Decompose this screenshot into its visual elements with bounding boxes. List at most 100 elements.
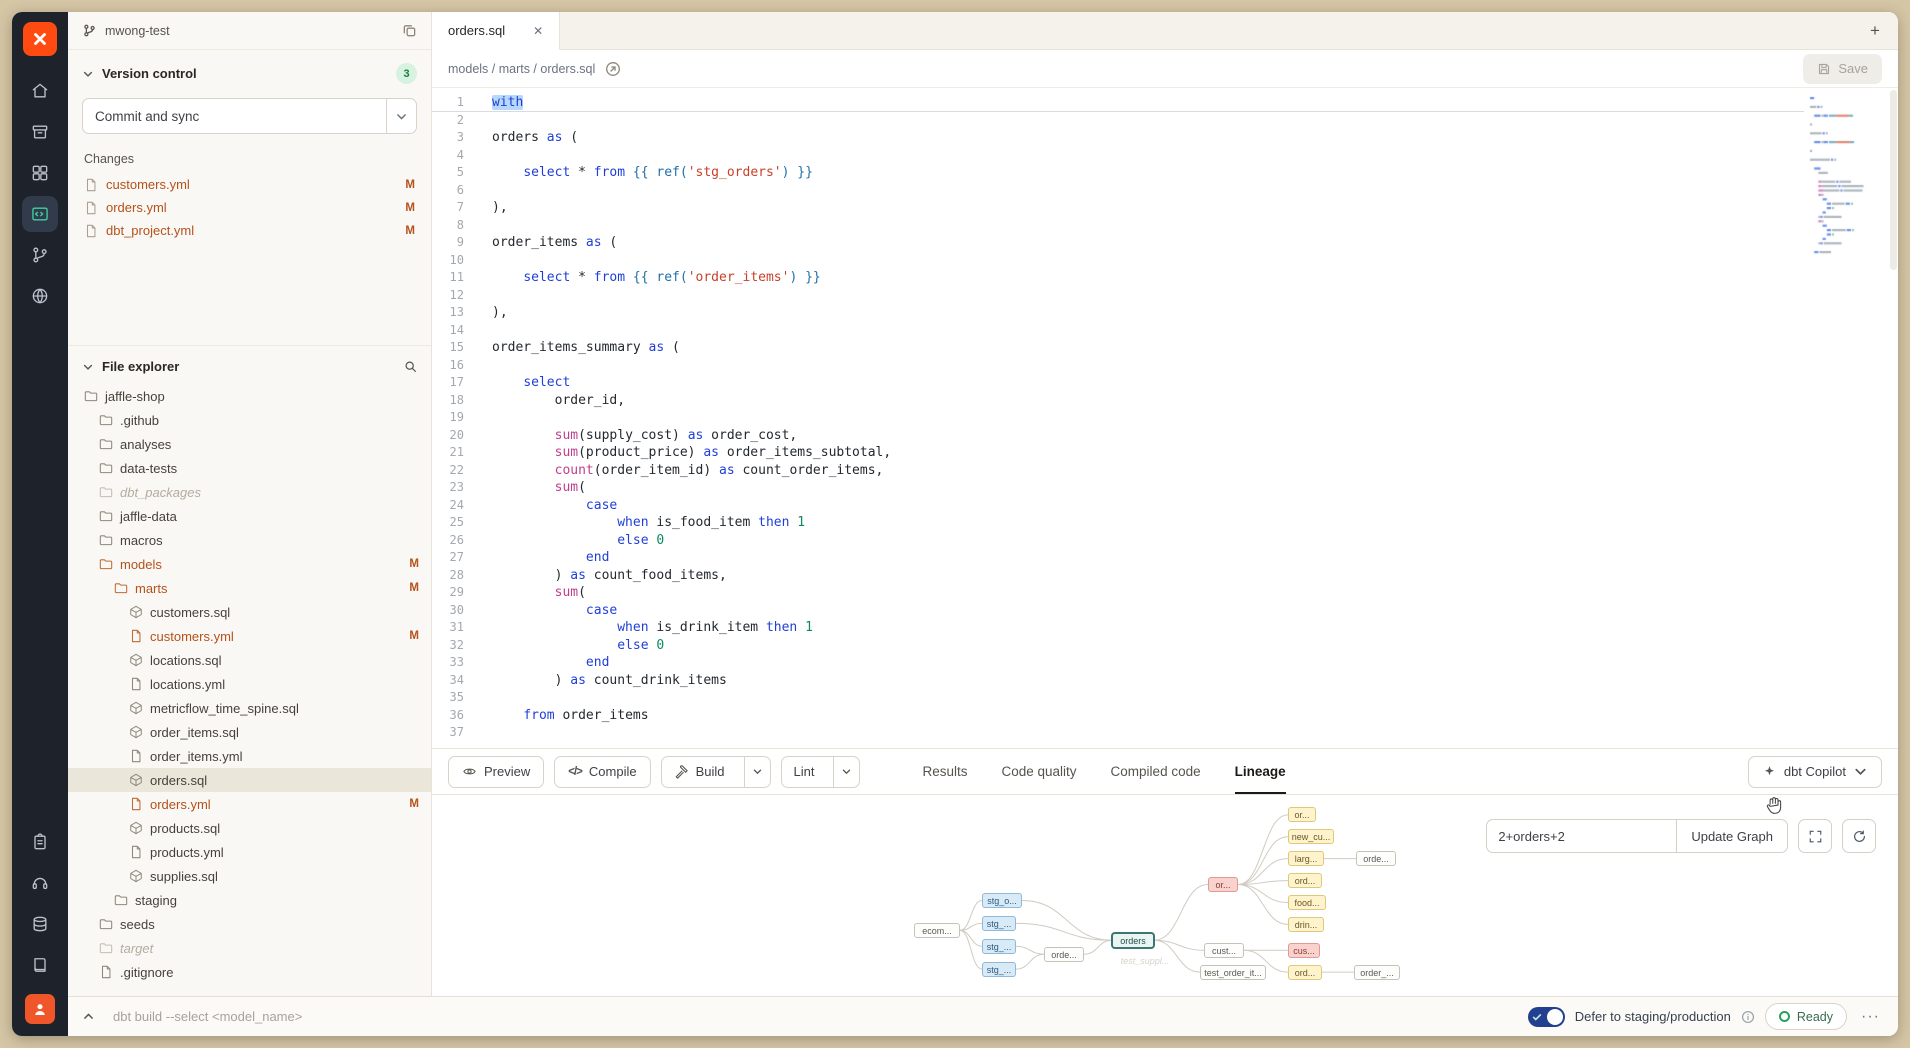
tree-item-locations.yml[interactable]: locations.yml <box>68 672 431 696</box>
code-line[interactable] <box>492 217 1804 235</box>
tree-item-dbt_packages[interactable]: dbt_packages <box>68 480 431 504</box>
version-control-header[interactable]: Version control 3 <box>68 50 431 94</box>
code-line[interactable]: ), <box>492 304 1804 322</box>
lineage-node-y_ord[interactable]: ord... <box>1288 873 1322 888</box>
refresh-icon[interactable] <box>1842 819 1876 853</box>
code-line[interactable]: sum(supply_cost) as order_cost, <box>492 427 1804 445</box>
lineage-node-test_order[interactable]: test_order_it... <box>1200 965 1266 980</box>
tree-item-customers.yml[interactable]: customers.ymlM <box>68 624 431 648</box>
home-icon[interactable] <box>22 73 58 109</box>
code-line[interactable]: end <box>492 654 1804 672</box>
lineage-node-y_or[interactable]: or... <box>1288 807 1316 822</box>
tab-compiled-code[interactable]: Compiled code <box>1111 749 1201 794</box>
lineage-node-stg_o[interactable]: stg_o... <box>982 893 1022 908</box>
tree-item-jaffle-shop[interactable]: jaffle-shop <box>68 384 431 408</box>
open-link-icon[interactable] <box>605 61 621 77</box>
expand-command-chevron-icon[interactable] <box>82 1010 95 1023</box>
lineage-node-or_red[interactable]: or... <box>1208 877 1238 892</box>
lineage-node-orde_a[interactable]: orde... <box>1044 947 1084 962</box>
dbt-logo-icon[interactable] <box>23 22 57 56</box>
code-line[interactable]: order_items as ( <box>492 234 1804 252</box>
code-line[interactable]: sum( <box>492 584 1804 602</box>
lineage-node-p_cus[interactable]: cus... <box>1288 943 1320 958</box>
change-item[interactable]: dbt_project.ymlM <box>68 219 431 242</box>
save-button[interactable]: Save <box>1803 54 1882 84</box>
commit-and-sync-button[interactable]: Commit and sync <box>82 98 417 134</box>
tree-item-analyses[interactable]: analyses <box>68 432 431 456</box>
code-line[interactable]: with <box>492 94 1804 112</box>
tree-item-.github[interactable]: .github <box>68 408 431 432</box>
code-line[interactable]: from order_items <box>492 707 1804 725</box>
code-line[interactable] <box>492 724 1804 742</box>
lineage-node-cust[interactable]: cust... <box>1204 943 1244 958</box>
lineage-node-y_larg[interactable]: larg... <box>1288 851 1324 866</box>
code-line[interactable]: ), <box>492 199 1804 217</box>
close-tab-icon[interactable]: ✕ <box>533 24 543 38</box>
code-editor[interactable]: 1234567891011121314151617181920212223242… <box>432 88 1898 748</box>
tree-item-metricflow_time_spine.sql[interactable]: metricflow_time_spine.sql <box>68 696 431 720</box>
lineage-node-y_new[interactable]: new_cu... <box>1288 829 1334 844</box>
lineage-node-orde_b[interactable]: orde... <box>1356 851 1396 866</box>
tree-item-jaffle-data[interactable]: jaffle-data <box>68 504 431 528</box>
defer-toggle[interactable] <box>1528 1007 1565 1027</box>
code-line[interactable]: ) as count_food_items, <box>492 567 1804 585</box>
code-line[interactable]: order_items_summary as ( <box>492 339 1804 357</box>
code-line[interactable]: when is_drink_item then 1 <box>492 619 1804 637</box>
code-line[interactable] <box>492 409 1804 427</box>
lineage-node-stg_2[interactable]: stg_... <box>982 939 1016 954</box>
code-line[interactable]: end <box>492 549 1804 567</box>
update-graph-button[interactable]: Update Graph <box>1676 819 1788 853</box>
tree-item-products.sql[interactable]: products.sql <box>68 816 431 840</box>
code-line[interactable]: sum(product_price) as order_items_subtot… <box>492 444 1804 462</box>
code-line[interactable] <box>492 182 1804 200</box>
lineage-node-stg_1[interactable]: stg_... <box>982 916 1016 931</box>
tree-item-orders.yml[interactable]: orders.ymlM <box>68 792 431 816</box>
tree-item-.gitignore[interactable]: .gitignore <box>68 960 431 984</box>
code-line[interactable] <box>492 322 1804 340</box>
code-line[interactable]: select <box>492 374 1804 392</box>
new-tab-icon[interactable]: + <box>1862 18 1888 44</box>
lineage-selector-input[interactable] <box>1486 819 1676 853</box>
branch-name[interactable]: mwong-test <box>105 24 170 38</box>
command-input[interactable]: dbt build --select <model_name> <box>113 1009 302 1024</box>
lineage-node-ecom[interactable]: ecom... <box>914 923 960 938</box>
code-line[interactable] <box>492 252 1804 270</box>
compile-button[interactable]: </> Compile <box>554 756 650 788</box>
preview-button[interactable]: Preview <box>448 756 544 788</box>
archive-icon[interactable] <box>22 114 58 150</box>
tree-item-customers.sql[interactable]: customers.sql <box>68 600 431 624</box>
minimap[interactable] <box>1804 88 1888 748</box>
user-avatar[interactable] <box>25 994 55 1024</box>
code-line[interactable]: else 0 <box>492 532 1804 550</box>
tree-item-models[interactable]: modelsM <box>68 552 431 576</box>
tab-code-quality[interactable]: Code quality <box>1001 749 1076 794</box>
tasks-clipboard-icon[interactable] <box>22 824 58 860</box>
lineage-node-orders[interactable]: orders <box>1112 933 1154 948</box>
branch-icon[interactable] <box>22 237 58 273</box>
tab-results[interactable]: Results <box>922 749 967 794</box>
info-icon[interactable] <box>1741 1010 1755 1024</box>
tree-item-marts[interactable]: martsM <box>68 576 431 600</box>
tree-item-products.yml[interactable]: products.yml <box>68 840 431 864</box>
lineage-node-y_ord2[interactable]: ord... <box>1288 965 1322 980</box>
code-line[interactable] <box>492 287 1804 305</box>
code-line[interactable] <box>492 689 1804 707</box>
change-item[interactable]: customers.ymlM <box>68 173 431 196</box>
explore-globe-icon[interactable] <box>22 278 58 314</box>
lineage-node-order_c[interactable]: order_... <box>1354 965 1400 980</box>
lineage-panel[interactable]: ecom...stg_o...stg_...stg_...stg_...orde… <box>432 794 1898 996</box>
code-line[interactable]: select * from {{ ref('order_items') }} <box>492 269 1804 287</box>
tree-item-order_items.sql[interactable]: order_items.sql <box>68 720 431 744</box>
tree-item-data-tests[interactable]: data-tests <box>68 456 431 480</box>
code-line[interactable]: when is_food_item then 1 <box>492 514 1804 532</box>
tree-item-locations.sql[interactable]: locations.sql <box>68 648 431 672</box>
build-button[interactable]: Build <box>661 756 771 788</box>
code-line[interactable]: select * from {{ ref('stg_orders') }} <box>492 164 1804 182</box>
lineage-node-y_drin[interactable]: drin... <box>1288 917 1324 932</box>
support-headset-icon[interactable] <box>22 865 58 901</box>
tab-lineage[interactable]: Lineage <box>1235 749 1286 794</box>
file-explorer-header[interactable]: File explorer <box>68 346 431 384</box>
code-line[interactable]: ) as count_drink_items <box>492 672 1804 690</box>
search-icon[interactable] <box>404 360 417 373</box>
tree-item-seeds[interactable]: seeds <box>68 912 431 936</box>
